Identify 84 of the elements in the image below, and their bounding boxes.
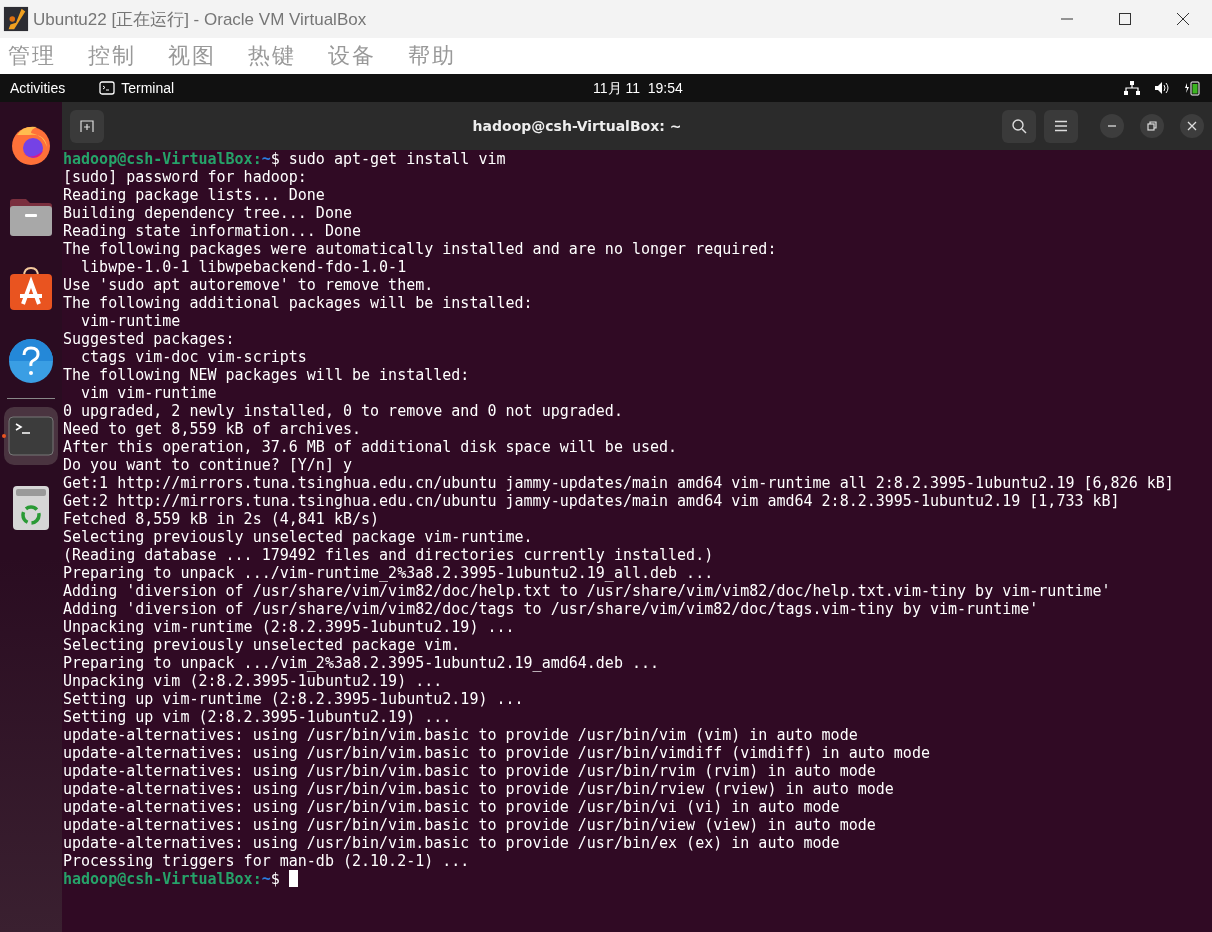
output-line: 0 upgraded, 2 newly installed, 0 to remove and 0 not upgraded. <box>63 402 623 420</box>
output-line: Fetched 8,559 kB in 2s (4,841 kB/s) <box>63 510 380 528</box>
output-line: Use 'sudo apt autoremove' to remove them. <box>63 276 434 294</box>
output-line: Do you want to continue? [Y/n] y <box>63 456 352 474</box>
output-line: Adding 'diversion of /usr/share/vim/vim82/doc/tags to /usr/share/vim/vim82/doc/tags.vim-tiny by vim-runtime' <box>63 600 1039 618</box>
window-title: Ubuntu22 [正在运行] - Oracle VM VirtualBox <box>33 8 367 31</box>
output-line: libwpe-1.0-1 libwpebackend-fdo-1.0-1 <box>80 258 407 276</box>
running-indicator <box>2 434 6 438</box>
output-line: Reading package lists... Done <box>63 186 325 204</box>
speaker-icon[interactable] <box>1154 81 1170 95</box>
restore-button[interactable] <box>1140 114 1164 138</box>
new-tab-icon <box>80 119 94 133</box>
output-line: Preparing to unpack .../vim_2%3a8.2.3995-1ubuntu2.19_amd64.deb ... <box>63 654 660 672</box>
shopping-bag-icon <box>8 266 54 312</box>
menu-item[interactable]: 控制 <box>88 41 136 71</box>
network-icon[interactable] <box>1124 81 1140 95</box>
app-logo-icon <box>3 6 29 32</box>
search-icon <box>1011 118 1027 134</box>
question-mark-icon <box>8 338 54 384</box>
menu-icon <box>1054 120 1068 132</box>
output-line: vim vim-runtime <box>80 384 217 402</box>
output-line: Reading state information... Done <box>63 222 361 240</box>
output-line: update-alternatives: using /usr/bin/vim.basic to provide /usr/bin/vimdiff (vimdiff) in auto mode <box>63 744 930 762</box>
output-line: ctags vim-doc vim-scripts <box>80 348 307 366</box>
output-line: After this operation, 37.6 MB of additional disk space will be used. <box>63 438 678 456</box>
output-line: The following packages were automatically installed and are no longer required: <box>63 240 777 258</box>
terminal-title: hadoop@csh-VirtualBox: ~ <box>471 118 683 134</box>
restore-icon <box>1147 121 1157 131</box>
text-cursor <box>288 870 298 887</box>
output-line: [sudo] password for hadoop: <box>63 168 307 186</box>
close-icon <box>1176 12 1190 26</box>
prompt-symbol: $ <box>270 870 280 888</box>
clock[interactable]: 11月 11 19:54 <box>593 80 683 98</box>
command-text: sudo apt-get install vim <box>287 150 506 168</box>
terminal-icon <box>99 81 116 95</box>
output-line: Preparing to unpack .../vim-runtime_2%3a8.2.3995-1ubuntu2.19_all.deb ... <box>63 564 714 582</box>
output-line: Need to get 8,559 kB of archives. <box>63 420 361 438</box>
maximize-icon <box>1118 12 1132 26</box>
output-line: Setting up vim (2:8.2.3995-1ubuntu2.19) ... <box>63 708 452 726</box>
close-icon <box>1187 121 1197 131</box>
minimize-button[interactable] <box>1100 114 1124 138</box>
output-line: update-alternatives: using /usr/bin/vim.basic to provide /usr/bin/vim (vim) in auto mode <box>63 726 858 744</box>
prompt-path: ~ <box>261 870 271 888</box>
output-line: Selecting previously unselected package vim. <box>63 636 461 654</box>
output-line: vim-runtime <box>80 312 181 330</box>
prompt-user-host: hadoop@csh-VirtualBox: <box>63 870 262 888</box>
app-menu[interactable]: Terminal <box>99 80 175 96</box>
menu-item[interactable]: 帮助 <box>408 41 456 71</box>
minimize-icon <box>1108 125 1116 127</box>
output-line: Get:1 http://mirrors.tuna.tsinghua.edu.cn/ubuntu jammy-updates/main amd64 vim-runtime all 2:8.2.3995-1ubuntu2.19 [6,826 kB] <box>63 474 1174 492</box>
menu-item[interactable]: 管理 <box>8 41 56 71</box>
output-line: update-alternatives: using /usr/bin/vim.basic to provide /usr/bin/ex (ex) in auto mode <box>63 834 840 852</box>
output-line: Unpacking vim (2:8.2.3995-1ubuntu2.19) ... <box>63 672 443 690</box>
output-line: Get:2 http://mirrors.tuna.tsinghua.edu.cn/ubuntu jammy-updates/main amd64 vim amd64 2:8.2.3995-1ubuntu2.19 [1,733 kB] <box>63 492 1120 510</box>
output-line: The following NEW packages will be installed: <box>63 366 470 384</box>
prompt-path: ~ <box>261 150 271 168</box>
menu-item[interactable]: 设备 <box>328 41 376 71</box>
menu-button[interactable] <box>1044 109 1078 143</box>
terminal-icon <box>8 416 54 456</box>
activities-button[interactable]: Activities <box>10 80 66 96</box>
output-line: update-alternatives: using /usr/bin/vim.basic to provide /usr/bin/vi (vi) in auto mode <box>63 798 840 816</box>
close-button[interactable] <box>1180 114 1204 138</box>
output-line: Processing triggers for man-db (2.10.2-1) ... <box>63 852 470 870</box>
recycle-bin-icon <box>12 485 50 531</box>
output-line: Suggested packages: <box>63 330 235 348</box>
output-line: Unpacking vim-runtime (2:8.2.3995-1ubuntu2.19) ... <box>63 618 515 636</box>
terminal-output[interactable] <box>62 150 1212 932</box>
output-line: update-alternatives: using /usr/bin/vim.basic to provide /usr/bin/view (view) in auto mode <box>63 816 876 834</box>
folder-icon <box>8 196 54 238</box>
prompt-user-host: hadoop@csh-VirtualBox: <box>63 150 262 168</box>
output-line: Adding 'diversion of /usr/share/vim/vim82/doc/help.txt to /usr/share/vim/vim82/doc/help.txt.vim-tiny by vim-runtime' <box>63 582 1111 600</box>
menu-item[interactable]: 视图 <box>168 41 216 71</box>
menu-item[interactable]: 热键 <box>248 41 296 71</box>
new-tab-button[interactable] <box>70 109 104 143</box>
search-button[interactable] <box>1002 109 1036 143</box>
output-line: update-alternatives: using /usr/bin/vim.basic to provide /usr/bin/rview (rview) in auto mode <box>63 780 894 798</box>
output-line: (Reading database ... 179492 files and directories currently installed.) <box>63 546 714 564</box>
output-line: Selecting previously unselected package vim-runtime. <box>63 528 533 546</box>
prompt-symbol: $ <box>270 150 280 168</box>
output-line: Building dependency tree... Done <box>63 204 352 222</box>
battery-icon[interactable] <box>1184 80 1200 96</box>
output-line: Setting up vim-runtime (2:8.2.3995-1ubuntu2.19) ... <box>63 690 524 708</box>
output-line: The following additional packages will be installed: <box>63 294 533 312</box>
output-line: update-alternatives: using /usr/bin/vim.basic to provide /usr/bin/rvim (rvim) in auto mode <box>63 762 876 780</box>
